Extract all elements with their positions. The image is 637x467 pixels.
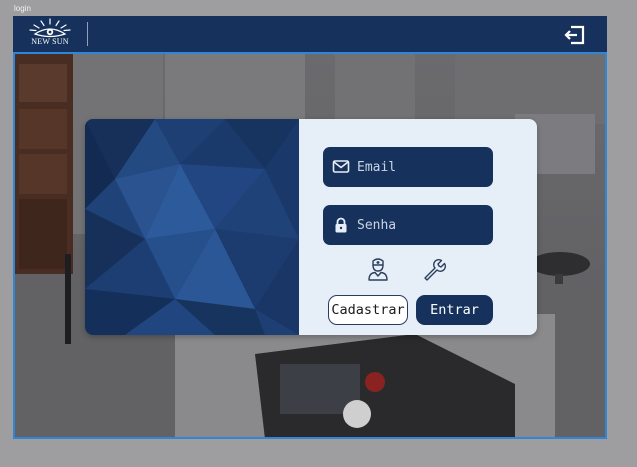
login-card: Cadastrar Entrar <box>85 119 537 335</box>
login-button[interactable]: Entrar <box>416 295 493 325</box>
top-bar: NEW SUN <box>13 16 607 54</box>
email-input[interactable] <box>357 147 487 187</box>
window-title: login <box>14 4 31 13</box>
sun-eye-logo-icon: NEW SUN <box>27 18 73 50</box>
logo-text: NEW SUN <box>31 37 69 46</box>
login-form: Cadastrar Entrar <box>299 119 537 335</box>
lock-icon <box>332 217 350 233</box>
clinic-background-photo: Cadastrar Entrar <box>13 54 607 439</box>
password-field <box>323 205 493 245</box>
mail-icon <box>332 159 350 175</box>
doctor-icon[interactable] <box>365 256 391 282</box>
password-input[interactable] <box>357 205 487 245</box>
header-divider <box>87 22 88 46</box>
polygon-art-panel <box>85 119 299 335</box>
wrench-icon[interactable] <box>421 256 447 282</box>
email-field <box>323 147 493 187</box>
register-button[interactable]: Cadastrar <box>328 295 408 325</box>
app-window: NEW SUN Email Cadastrar Entrar <box>13 16 607 439</box>
logout-icon[interactable] <box>564 24 586 46</box>
